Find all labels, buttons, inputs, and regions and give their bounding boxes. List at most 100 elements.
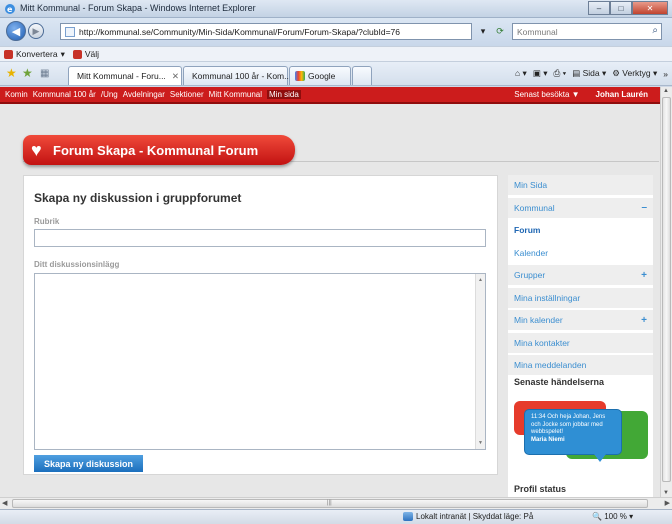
tab-bar: ★ ★ ▦ Mitt Kommunal - Foru... ✕ Kommunal… xyxy=(0,62,672,86)
scroll-right-icon[interactable]: ▶ xyxy=(665,499,670,507)
site-nav-item[interactable]: Komin xyxy=(5,90,28,99)
menu-item-select[interactable]: Välj xyxy=(72,49,100,59)
address-url: http://kommunal.se/Community/Min-Sida/Ko… xyxy=(79,26,401,37)
new-tab-button[interactable] xyxy=(352,66,372,85)
event-bubble-tail xyxy=(594,454,606,462)
close-window-button[interactable]: ✕ xyxy=(632,1,668,15)
maximize-button[interactable]: □ xyxy=(610,1,632,15)
body-textarea[interactable]: ▲ ▼ xyxy=(34,273,486,450)
home-icon[interactable]: ⌂ ▾ xyxy=(515,68,527,79)
site-nav: Komin Kommunal 100 år/Ung Avdelningar Sekti… xyxy=(0,87,660,104)
print-icon[interactable]: ⎙ ▾ xyxy=(553,68,566,79)
scrollbar-grip-icon: ||| xyxy=(327,500,332,506)
sidebar-item[interactable]: Kommunal – xyxy=(508,197,653,219)
tab-google[interactable]: Google xyxy=(289,66,351,85)
sidebar-item-label: Min kalender xyxy=(514,315,563,325)
user-name-link[interactable]: Johan Laurén xyxy=(596,90,648,99)
search-placeholder: Kommunal xyxy=(517,27,558,37)
site-nav-item[interactable]: Kommunal 100 år xyxy=(33,90,96,99)
horizontal-scrollbar[interactable]: ◀ ||| ▶ xyxy=(0,497,672,509)
scroll-left-icon[interactable]: ◀ xyxy=(2,499,7,507)
tools-menu[interactable]: ⚙ Verktyg ▾ xyxy=(612,68,657,79)
sidebar-item[interactable]: Kalender xyxy=(508,242,653,264)
sidebar-item[interactable]: Min kalender + xyxy=(508,310,653,331)
address-field[interactable]: http://kommunal.se/Community/Min-Sida/Ko… xyxy=(60,23,472,40)
scroll-up-icon[interactable]: ▲ xyxy=(478,277,483,283)
sidebar-item-label: Mina inställningar xyxy=(514,292,581,303)
sidebar-item[interactable]: Forum xyxy=(508,220,653,241)
address-bar-row: ◀ ▶ http://kommunal.se/Community/Min-Sid… xyxy=(0,18,672,46)
search-icon[interactable]: ⌕ xyxy=(652,25,658,36)
sidebar-item[interactable]: Grupper + xyxy=(508,265,653,286)
subject-input[interactable] xyxy=(34,229,486,247)
site-nav-item[interactable]: Min sida xyxy=(267,90,301,99)
zoom-level[interactable]: 🔍 100 % ▾ xyxy=(592,512,633,521)
sidebar: Senaste händelserna 11:34 Och heja Johan… xyxy=(508,175,653,497)
dropdown-icon[interactable]: ▾ xyxy=(476,24,490,39)
sidebar-item-label: Grupper xyxy=(514,270,546,280)
site-nav-item[interactable]: Sektioner xyxy=(170,90,204,99)
favorites-star-icon[interactable]: ★ xyxy=(6,66,17,80)
page-menu-label: Sida xyxy=(582,68,600,78)
sidebar-item[interactable]: Mina kontakter xyxy=(508,332,653,354)
google-icon xyxy=(295,71,305,81)
sidebar-item-label: Mina meddelanden xyxy=(514,360,587,370)
forward-button[interactable]: ▶ xyxy=(28,23,44,39)
scrollbar-thumb[interactable] xyxy=(662,97,671,482)
window-titlebar: e Mitt Kommunal - Forum Skapa - Windows … xyxy=(0,0,672,18)
zoom-value: 100 % xyxy=(604,512,627,521)
menu-item-label: Välj xyxy=(84,49,100,59)
site-nav-right: Senast besökta ▼ Johan Laurén xyxy=(514,90,648,99)
page-icon xyxy=(65,26,75,37)
tab-mitt-kommunal[interactable]: Mitt Kommunal - Foru... ✕ xyxy=(68,66,182,85)
sidebar-item[interactable]: Mina inställningar xyxy=(508,287,653,309)
textarea-scrollbar[interactable]: ▲ ▼ xyxy=(475,274,485,449)
page-menu[interactable]: ▤ Sida ▾ xyxy=(572,68,606,79)
body-label: Ditt diskussionsinlägg xyxy=(34,260,120,269)
close-tab-icon[interactable]: ✕ xyxy=(172,71,179,82)
refresh-icon[interactable]: ⟳ xyxy=(493,24,507,39)
event-bubble[interactable]: 11:34 Och heja Johan, Jens och Jocke som… xyxy=(524,409,622,455)
create-discussion-button[interactable]: Skapa ny diskussion xyxy=(34,455,143,472)
minimize-button[interactable]: – xyxy=(588,1,610,15)
create-discussion-form: Skapa ny diskussion i gruppforumet Rubri… xyxy=(23,175,498,475)
command-bar: ⌂ ▾ ▣ ▾ ⎙ ▾ ▤ Sida ▾ ⚙ Verktyg ▾ » xyxy=(515,68,668,79)
sidebar-item[interactable]: Min Sida xyxy=(508,175,653,196)
site-nav-item[interactable]: Avdelningar xyxy=(123,90,165,99)
sidebar-item[interactable]: Mina meddelanden xyxy=(508,355,653,376)
recent-visits-dropdown[interactable]: Senast besökta ▼ xyxy=(514,90,579,99)
tab-label: Mitt Kommunal - Foru... xyxy=(77,71,166,81)
window-title: Mitt Kommunal - Forum Skapa - Windows In… xyxy=(20,3,256,13)
site-nav-links: Komin Kommunal 100 år/Ung Avdelningar Sekti… xyxy=(5,90,301,99)
expand-icon[interactable]: + xyxy=(641,315,647,326)
feeds-icon[interactable]: ▣ ▾ xyxy=(533,68,548,79)
tab-kommunal-100[interactable]: Kommunal 100 år - Kom... xyxy=(183,66,292,85)
ie-logo-icon: e xyxy=(4,3,16,15)
sidebar-item-label: Min Sida xyxy=(514,180,548,190)
expand-icon[interactable]: + xyxy=(641,270,647,281)
scroll-up-icon[interactable]: ▲ xyxy=(663,88,669,94)
quick-tabs-icon[interactable]: ▦ xyxy=(40,68,49,79)
intranet-zone-icon xyxy=(403,512,413,521)
site-nav-item[interactable]: /Ung xyxy=(101,90,118,99)
site-nav-item[interactable]: Mitt Kommunal xyxy=(209,90,262,99)
add-favorite-icon[interactable]: ★ xyxy=(22,66,33,80)
tab-label: Kommunal 100 år - Kom... xyxy=(192,71,292,81)
page-viewport: Komin Kommunal 100 år/Ung Avdelningar Sekti… xyxy=(0,87,660,497)
search-input[interactable]: Kommunal ⌕ xyxy=(512,23,662,40)
collapse-icon[interactable]: – xyxy=(641,202,647,213)
scroll-down-icon[interactable]: ▼ xyxy=(663,490,669,496)
sidebar-item-label: Forum xyxy=(514,225,541,235)
menu-item-convert[interactable]: Konvertera ▾ xyxy=(4,49,65,60)
back-button[interactable]: ◀ xyxy=(6,21,26,41)
security-zone[interactable]: Lokalt intranät | Skyddat läge: På xyxy=(403,512,533,521)
menu-item-label: Konvertera xyxy=(16,49,58,59)
forum-banner: ♥ Forum Skapa - Kommunal Forum xyxy=(23,135,295,165)
vertical-scrollbar[interactable]: ▲ ▼ xyxy=(660,87,672,497)
sidebar-item-label: Kalender xyxy=(514,247,549,258)
scroll-down-icon[interactable]: ▼ xyxy=(478,440,483,446)
tab-label: Google xyxy=(308,71,336,81)
more-chevron-icon[interactable]: » xyxy=(663,69,668,79)
security-zone-label: Lokalt intranät | Skyddat läge: På xyxy=(416,512,534,521)
svg-text:e: e xyxy=(7,5,13,14)
